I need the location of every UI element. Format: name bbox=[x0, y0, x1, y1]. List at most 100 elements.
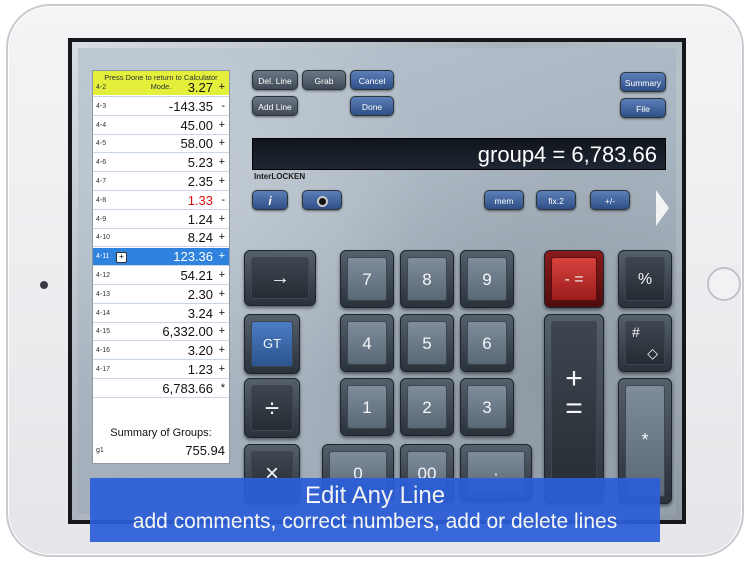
equals-label: = bbox=[565, 392, 583, 425]
done-button[interactable]: Done bbox=[350, 96, 394, 116]
tape-row-value: 3.20 bbox=[187, 343, 213, 359]
arrow-key[interactable]: → bbox=[244, 250, 316, 306]
tape-row[interactable]: 4-9 1.24 + bbox=[93, 211, 229, 229]
tape-row[interactable]: 4-2 3.27 + bbox=[93, 79, 229, 97]
display-value: group4 = 6,783.66 bbox=[477, 142, 657, 167]
tape-row-operator: + bbox=[218, 269, 225, 281]
tape-row-operator: + bbox=[218, 344, 225, 357]
plus-equals-key[interactable]: + = bbox=[544, 314, 604, 504]
tape-row-value: 8.24 bbox=[187, 230, 213, 246]
camera-record-icon bbox=[316, 196, 328, 208]
plus-minus-button[interactable]: +/- bbox=[590, 190, 630, 210]
minus-equals-label: - = bbox=[551, 257, 597, 301]
caption-banner: Edit Any Line add comments, correct numb… bbox=[90, 478, 660, 542]
summary-row[interactable]: g1 755.94 bbox=[93, 442, 229, 460]
hash-diamond-key[interactable]: # ◇ bbox=[618, 314, 672, 372]
file-button[interactable]: File bbox=[620, 98, 666, 118]
cancel-button[interactable]: Cancel bbox=[350, 70, 394, 90]
tape-row-operator: * bbox=[220, 381, 225, 394]
tape-row-label: 4-13 bbox=[96, 290, 111, 298]
tape-row-operator: + bbox=[218, 325, 225, 338]
key-5-label: 5 bbox=[407, 321, 447, 365]
key-4[interactable]: 4 bbox=[340, 314, 394, 372]
tape-row-value: 54.21 bbox=[180, 268, 213, 283]
tape-row[interactable]: 4-15 6,332.00 + bbox=[93, 323, 229, 342]
tape-row-label: 4-10 bbox=[96, 234, 111, 242]
key-1[interactable]: 1 bbox=[340, 378, 394, 436]
tape-row-operator: + bbox=[218, 231, 225, 244]
tape-row[interactable]: 4-12 54.21 + bbox=[93, 267, 229, 285]
fix2-button[interactable]: fix.2 bbox=[536, 190, 576, 210]
tape-row-label: 4-2 bbox=[96, 84, 107, 91]
mem-button[interactable]: mem bbox=[484, 190, 524, 210]
tape-row-value: 2.30 bbox=[187, 286, 213, 302]
tape-row-operator: - bbox=[221, 99, 225, 112]
percent-key[interactable]: % bbox=[618, 250, 672, 308]
tape-row[interactable]: 4-7 2.35 + bbox=[93, 173, 229, 191]
app-screen: Press Done to return to Calculator Mode.… bbox=[68, 38, 686, 524]
tape-row-operator: + bbox=[218, 250, 225, 263]
tape-row[interactable]: 6,783.66 * bbox=[93, 380, 229, 398]
next-page-arrow-icon[interactable] bbox=[656, 190, 669, 226]
tape-row-value: 6,332.00 bbox=[162, 324, 213, 340]
tape-row-label: 4-6 bbox=[96, 159, 107, 167]
summary-row-label: g1 bbox=[96, 447, 104, 454]
tape-row-label: 4-15 bbox=[96, 328, 111, 336]
tape-row-value: 58.00 bbox=[180, 136, 213, 152]
summary-title: Summary of Groups: bbox=[110, 427, 212, 439]
key-9[interactable]: 9 bbox=[460, 250, 514, 308]
tape-row[interactable]: 4-6 5.23 + bbox=[93, 154, 229, 173]
key-6-label: 6 bbox=[467, 321, 507, 365]
plus-label: + bbox=[565, 362, 583, 395]
tape-row[interactable]: 4-4 45.00 + bbox=[93, 117, 229, 135]
tape-row[interactable]: 4-17 1.23 + bbox=[93, 361, 229, 379]
key-2[interactable]: 2 bbox=[400, 378, 454, 436]
paper-tape[interactable]: Press Done to return to Calculator Mode.… bbox=[92, 70, 230, 464]
add-line-button[interactable]: Add Line bbox=[252, 96, 298, 116]
tape-row-label: 4-12 bbox=[96, 272, 111, 279]
tape-row-operator: + bbox=[218, 287, 225, 300]
gt-key-label: GT bbox=[251, 321, 293, 367]
tape-row-operator: + bbox=[218, 175, 225, 187]
info-button[interactable]: i bbox=[252, 190, 288, 210]
brand-label: InterLOCKEN bbox=[254, 172, 306, 181]
tape-row[interactable]: 4-8 1.33- bbox=[93, 192, 229, 210]
selection-handle-icon[interactable]: + bbox=[116, 252, 127, 264]
tape-row-operator: + bbox=[218, 81, 225, 93]
tape-row-value: 5.23 bbox=[187, 155, 213, 171]
tape-row[interactable]: 4-16 3.20 + bbox=[93, 342, 229, 361]
camera-button[interactable] bbox=[302, 190, 342, 210]
key-5[interactable]: 5 bbox=[400, 314, 454, 372]
key-6[interactable]: 6 bbox=[460, 314, 514, 372]
diamond-icon: ◇ bbox=[647, 345, 658, 361]
calculator-panel: Press Done to return to Calculator Mode.… bbox=[78, 48, 676, 514]
gt-key[interactable]: GT bbox=[244, 314, 300, 374]
key-3[interactable]: 3 bbox=[460, 378, 514, 436]
tape-row[interactable]: 4-5 58.00 + bbox=[93, 135, 229, 154]
camera-icon bbox=[40, 281, 48, 289]
key-8[interactable]: 8 bbox=[400, 250, 454, 308]
tape-row-label: 4-11 bbox=[96, 253, 110, 261]
tape-row-label: 4-8 bbox=[96, 196, 107, 204]
tape-row[interactable]: 4-10 8.24 + bbox=[93, 229, 229, 248]
tape-row-value: 2.35 bbox=[187, 174, 213, 189]
tape-row[interactable]: 4-11 123.36 + + bbox=[93, 248, 229, 267]
key-1-label: 1 bbox=[347, 385, 387, 429]
tape-row-operator: + bbox=[218, 118, 225, 131]
key-8-label: 8 bbox=[407, 257, 447, 301]
home-button[interactable] bbox=[707, 267, 741, 301]
summary-row-value: 755.94 bbox=[185, 443, 225, 458]
grab-button[interactable]: Grab bbox=[302, 70, 346, 90]
tape-row-label: 4-9 bbox=[96, 215, 107, 223]
tape-row-value: 1.24 bbox=[187, 211, 213, 227]
tape-row[interactable]: 4-3 -143.35- bbox=[93, 98, 229, 116]
key-7[interactable]: 7 bbox=[340, 250, 394, 308]
minus-equals-key[interactable]: - = bbox=[544, 250, 604, 308]
tape-row[interactable]: 4-13 2.30 + bbox=[93, 286, 229, 304]
summary-button[interactable]: Summary bbox=[620, 72, 666, 92]
divide-key[interactable]: ÷ bbox=[244, 378, 300, 438]
key-4-label: 4 bbox=[347, 321, 387, 365]
tape-row[interactable]: 4-14 3.24 + bbox=[93, 305, 229, 323]
del-line-button[interactable]: Del. Line bbox=[252, 70, 298, 90]
display-screen: group4 = 6,783.66 bbox=[252, 138, 666, 170]
